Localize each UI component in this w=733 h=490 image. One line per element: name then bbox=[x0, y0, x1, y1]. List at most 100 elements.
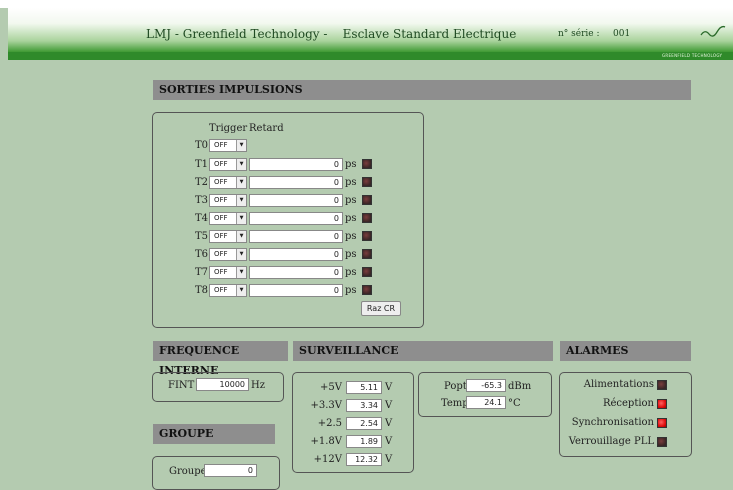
alarm-label: Réception bbox=[602, 398, 654, 409]
popt-unit: dBm bbox=[508, 381, 532, 392]
channel-label: T1 bbox=[195, 159, 209, 170]
banner-strip bbox=[8, 52, 733, 60]
serial-label: n° série : bbox=[558, 29, 600, 39]
voltage-unit: V bbox=[385, 436, 393, 447]
fint-input[interactable]: 10000 bbox=[196, 378, 249, 391]
sorties-header: SORTIES IMPULSIONS bbox=[153, 80, 691, 100]
status-led-icon bbox=[362, 159, 372, 169]
groupe-input[interactable]: 0 bbox=[204, 464, 257, 477]
voltage-value: 3.34 bbox=[346, 399, 382, 412]
retard-input[interactable]: 0 bbox=[249, 284, 343, 297]
temp-unit: °C bbox=[508, 398, 521, 409]
retard-input[interactable]: 0 bbox=[249, 230, 343, 243]
retard-column-label: Retard bbox=[249, 123, 284, 134]
retard-unit: ps bbox=[345, 159, 357, 170]
alarm-led-icon bbox=[657, 380, 667, 390]
trigger-select[interactable]: OFF ▼ bbox=[209, 176, 247, 189]
raz-cr-button[interactable]: Raz CR bbox=[361, 301, 401, 316]
status-led-icon bbox=[362, 213, 372, 223]
company-logo-text: GREENFIELD TECHNOLOGY bbox=[662, 53, 723, 58]
retard-unit: ps bbox=[345, 195, 357, 206]
popt-value: -65.3 bbox=[466, 379, 506, 392]
channel-label: T7 bbox=[195, 267, 209, 278]
retard-input[interactable]: 0 bbox=[249, 266, 343, 279]
chevron-down-icon: ▼ bbox=[236, 285, 246, 296]
frequence-header: FREQUENCE INTERNE bbox=[153, 341, 288, 377]
trigger-select[interactable]: OFF ▼ bbox=[209, 194, 247, 207]
channel-label: T3 bbox=[195, 195, 209, 206]
popt-label: Popt bbox=[444, 381, 467, 392]
chevron-down-icon: ▼ bbox=[236, 213, 246, 224]
signal-wave-icon bbox=[700, 25, 726, 43]
fint-unit: Hz bbox=[251, 380, 265, 391]
status-led-icon bbox=[362, 231, 372, 241]
retard-input[interactable]: 0 bbox=[249, 194, 343, 207]
chevron-down-icon: ▼ bbox=[236, 231, 246, 242]
chevron-down-icon: ▼ bbox=[236, 159, 246, 170]
trigger-select[interactable]: OFF ▼ bbox=[209, 212, 247, 225]
voltage-value: 2.54 bbox=[346, 417, 382, 430]
alarm-label: Alimentations bbox=[583, 379, 654, 390]
voltage-label: +12V bbox=[313, 454, 342, 465]
retard-input[interactable]: 0 bbox=[249, 212, 343, 225]
status-led-icon bbox=[362, 177, 372, 187]
chevron-down-icon: ▼ bbox=[236, 177, 246, 188]
voltage-value: 1.89 bbox=[346, 435, 382, 448]
alarm-led-icon bbox=[657, 399, 667, 409]
trigger-column-label: Trigger bbox=[209, 123, 248, 134]
alarm-label: Synchronisation bbox=[571, 417, 654, 428]
status-led-icon bbox=[362, 249, 372, 259]
retard-unit: ps bbox=[345, 249, 357, 260]
voltage-label: +3.3V bbox=[310, 400, 342, 411]
retard-unit: ps bbox=[345, 267, 357, 278]
voltage-label: +5V bbox=[320, 382, 342, 393]
retard-unit: ps bbox=[345, 285, 357, 296]
chevron-down-icon: ▼ bbox=[236, 267, 246, 278]
voltage-unit: V bbox=[385, 454, 393, 465]
chevron-down-icon: ▼ bbox=[236, 195, 246, 206]
channel-label: T6 bbox=[195, 249, 209, 260]
alarm-label: Verrouillage PLL bbox=[568, 436, 654, 447]
channel-label: T2 bbox=[195, 177, 209, 188]
retard-unit: ps bbox=[345, 177, 357, 188]
trigger-select[interactable]: OFF ▼ bbox=[209, 266, 247, 279]
voltage-unit: V bbox=[385, 400, 393, 411]
voltage-label: +1.8V bbox=[310, 436, 342, 447]
voltage-value: 12.32 bbox=[346, 453, 382, 466]
status-led-icon bbox=[362, 285, 372, 295]
chevron-down-icon: ▼ bbox=[236, 140, 246, 151]
channel-label: T4 bbox=[195, 213, 209, 224]
chevron-down-icon: ▼ bbox=[236, 249, 246, 260]
retard-input[interactable]: 0 bbox=[249, 248, 343, 261]
trigger-select[interactable]: OFF ▼ bbox=[209, 284, 247, 297]
status-led-icon bbox=[362, 195, 372, 205]
channel-label: T8 bbox=[195, 285, 209, 296]
alarmes-header: ALARMES bbox=[560, 341, 691, 361]
trigger-select[interactable]: OFF ▼ bbox=[209, 248, 247, 261]
retard-unit: ps bbox=[345, 231, 357, 242]
app-title: LMJ - Greenfield Technology - Esclave St… bbox=[146, 27, 517, 41]
retard-unit: ps bbox=[345, 213, 357, 224]
groupe-header: GROUPE bbox=[153, 424, 275, 444]
status-led-icon bbox=[362, 267, 372, 277]
top-margin bbox=[0, 0, 733, 8]
trigger-select-t0[interactable]: OFF ▼ bbox=[209, 139, 247, 152]
alarm-led-icon bbox=[657, 437, 667, 447]
serial-value: 001 bbox=[613, 29, 631, 39]
voltage-value: 5.11 bbox=[346, 381, 382, 394]
voltage-unit: V bbox=[385, 382, 393, 393]
voltage-unit: V bbox=[385, 418, 393, 429]
retard-input[interactable]: 0 bbox=[249, 158, 343, 171]
trigger-select[interactable]: OFF ▼ bbox=[209, 230, 247, 243]
trigger-select[interactable]: OFF ▼ bbox=[209, 158, 247, 171]
fint-label: FINT bbox=[168, 380, 195, 391]
channel-label: T5 bbox=[195, 231, 209, 242]
temp-value: 24.1 bbox=[466, 396, 506, 409]
channel-label-t0: T0 bbox=[195, 140, 209, 151]
alarm-led-icon bbox=[657, 418, 667, 428]
voltage-label: +2.5 bbox=[317, 418, 342, 429]
retard-input[interactable]: 0 bbox=[249, 176, 343, 189]
surveillance-header: SURVEILLANCE bbox=[293, 341, 553, 361]
groupe-label: Groupe bbox=[169, 466, 207, 477]
temp-label: Temp bbox=[441, 398, 469, 409]
